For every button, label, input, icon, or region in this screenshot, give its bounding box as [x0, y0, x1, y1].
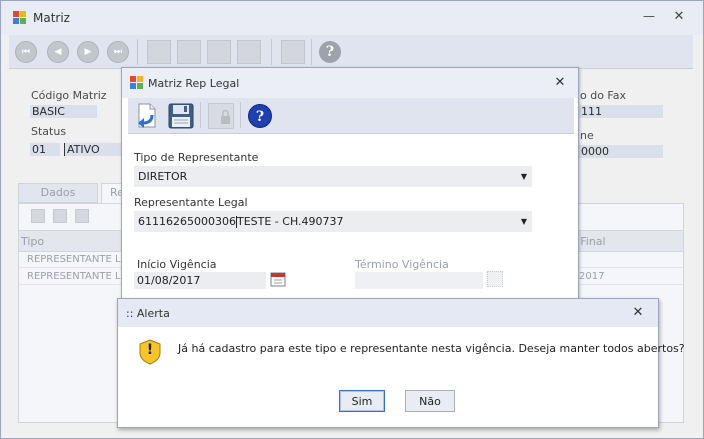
- fax-label: o do Fax: [580, 89, 627, 102]
- alert-titlebar: :: Alerta ✕: [118, 299, 658, 327]
- save-icon[interactable]: [237, 40, 261, 64]
- calendar-icon[interactable]: [270, 271, 286, 287]
- app-icon: [130, 76, 144, 90]
- toolbar-separator: [271, 39, 272, 65]
- main-titlebar: Matriz — ✕: [1, 1, 703, 35]
- alert-title: :: Alerta: [126, 307, 170, 320]
- inicio-vigencia-label: Início Vigência: [137, 258, 217, 271]
- rep-dialog-toolbar: ?: [128, 98, 574, 134]
- new-document-icon[interactable]: [147, 40, 171, 64]
- next-record-button[interactable]: ▶: [77, 41, 99, 63]
- tab-dados-basicos[interactable]: Dados Básicos: [18, 183, 98, 217]
- chevron-down-icon: ▼: [520, 172, 527, 181]
- grid-header-tipo: Tipo: [21, 235, 45, 248]
- termino-vigencia-input[interactable]: [355, 272, 483, 289]
- app-icon: [13, 11, 27, 25]
- edit-row-icon[interactable]: [53, 209, 67, 223]
- rep-dialog-close-button[interactable]: ✕: [552, 75, 568, 91]
- nav-next-icon: ▶: [84, 47, 92, 57]
- undo-icon[interactable]: [207, 40, 231, 64]
- nav-last-icon: ⏭: [113, 47, 123, 57]
- grid-cell-tipo: REPRESENTANTE LI: [27, 254, 124, 265]
- close-button[interactable]: ✕: [669, 9, 689, 27]
- window-title: Matriz: [33, 11, 70, 25]
- status-label: Status: [31, 125, 67, 138]
- inicio-vigencia-input[interactable]: 01/08/2017: [134, 272, 266, 289]
- lock-icon[interactable]: [281, 40, 305, 64]
- alert-dialog: :: Alerta ✕ ! Já há cadastro para este t…: [117, 298, 685, 428]
- representante-legal-select[interactable]: 61116265000306TESTE - CH.490737 ▼: [134, 211, 532, 232]
- warning-icon: !: [138, 339, 162, 365]
- alert-message: Já há cadastro para este tipo e represen…: [178, 342, 685, 355]
- fax-value: 111: [579, 105, 663, 118]
- calendar-icon[interactable]: [487, 271, 503, 287]
- status-code: 01: [30, 143, 60, 156]
- help-icon[interactable]: ?: [319, 41, 341, 63]
- toolbar-separator: [311, 39, 312, 65]
- lock-icon[interactable]: [208, 103, 234, 129]
- phone-value: 0000: [579, 145, 663, 158]
- representante-legal-label: Representante Legal: [134, 196, 248, 209]
- tipo-representante-value: DIRETOR: [138, 170, 188, 183]
- nav-prev-icon: ◀: [54, 47, 62, 57]
- tipo-representante-label: Tipo de Representante: [134, 151, 259, 164]
- alert-close-button[interactable]: ✕: [630, 305, 646, 321]
- previous-record-button[interactable]: ◀: [47, 41, 69, 63]
- help-icon[interactable]: ?: [248, 104, 272, 128]
- add-row-icon[interactable]: [31, 209, 45, 223]
- main-toolbar: ⏮ ◀ ▶ ⏭ ?: [9, 35, 693, 69]
- nav-first-icon: ⏮: [21, 47, 31, 57]
- codigo-value: BASIC: [30, 105, 97, 118]
- phone-label: ne: [580, 129, 594, 142]
- edit-document-icon[interactable]: [177, 40, 201, 64]
- representante-legal-name: TESTE - CH.490737: [236, 215, 344, 228]
- toolbar-separator: [200, 102, 201, 128]
- save-icon[interactable]: [168, 103, 194, 129]
- rep-dialog-titlebar: Matriz Rep Legal ✕: [122, 68, 578, 98]
- chevron-down-icon: ▼: [520, 217, 527, 226]
- minimize-button[interactable]: —: [639, 9, 659, 27]
- termino-vigencia-label: Término Vigência: [355, 258, 449, 271]
- no-button[interactable]: Não: [405, 390, 455, 412]
- toolbar-separator: [240, 102, 241, 128]
- representante-legal-cnpj: 61116265000306: [138, 215, 236, 228]
- last-record-button[interactable]: ⏭: [107, 41, 129, 63]
- first-record-button[interactable]: ⏮: [15, 41, 37, 63]
- tipo-representante-select[interactable]: DIRETOR ▼: [134, 166, 532, 187]
- grid-cell-final: 2017: [579, 271, 605, 282]
- undo-document-icon[interactable]: [134, 103, 158, 129]
- codigo-label: Código Matriz: [31, 89, 107, 102]
- rep-legal-dialog: Matriz Rep Legal ✕ ? Tipo de Representan…: [121, 67, 579, 299]
- yes-button[interactable]: Sim: [339, 390, 385, 412]
- warning-glyph: !: [146, 342, 154, 358]
- toolbar-separator: [137, 39, 138, 65]
- rep-dialog-title: Matriz Rep Legal: [148, 77, 240, 90]
- grid-cell-tipo: REPRESENTANTE LI: [27, 271, 124, 282]
- status-value: ATIVO: [64, 143, 124, 156]
- delete-row-icon[interactable]: [75, 209, 89, 223]
